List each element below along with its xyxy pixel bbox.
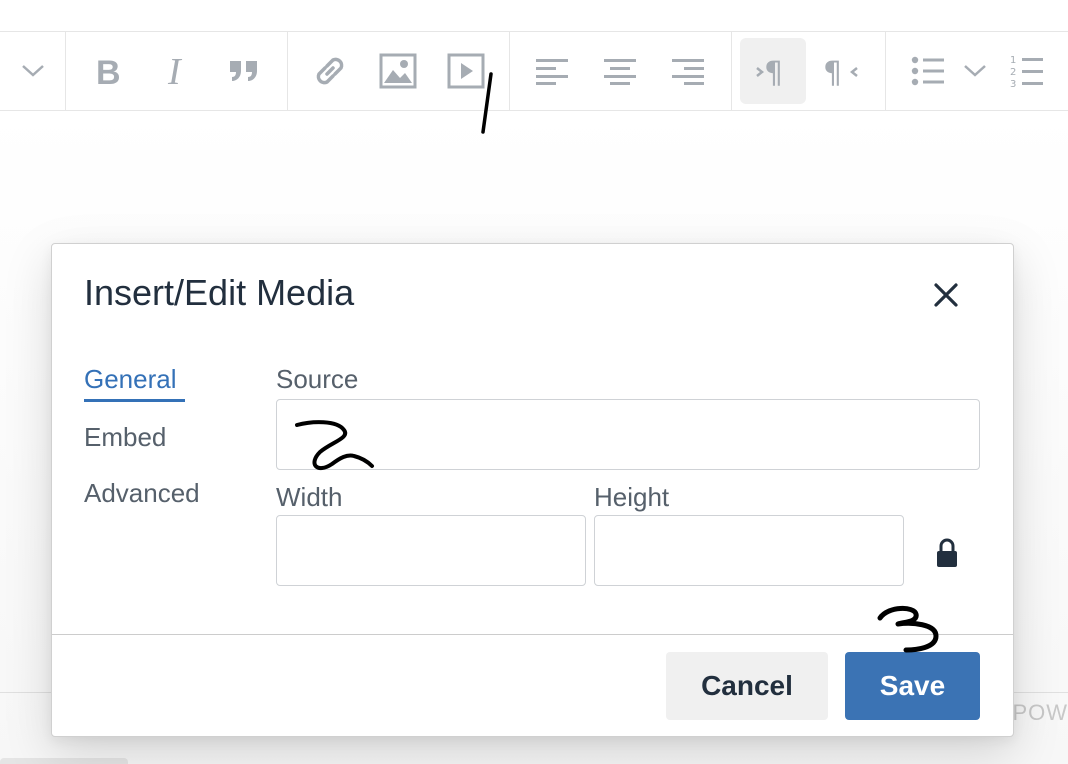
toolbar-group-text: B I	[65, 32, 288, 110]
save-button[interactable]: Save	[845, 652, 980, 720]
height-label: Height	[594, 482, 670, 512]
statusbar-text: POW	[1012, 700, 1068, 725]
insert-edit-media-dialog: Insert/Edit Media General Embed Advanced…	[51, 243, 1014, 737]
annotation-1	[481, 72, 493, 134]
chevron-down-icon[interactable]	[945, 38, 1005, 104]
image-icon[interactable]	[365, 38, 431, 104]
active-tab-indicator	[84, 399, 185, 402]
width-label: Width	[276, 482, 343, 512]
toolbar-group-direction: ¶ ¶	[731, 32, 886, 110]
tab-advanced[interactable]: Advanced	[84, 478, 200, 509]
align-center-icon[interactable]	[587, 38, 653, 104]
align-left-icon[interactable]	[519, 38, 585, 104]
svg-text:¶: ¶	[823, 56, 842, 86]
svg-text:3: 3	[1010, 79, 1016, 88]
source-input[interactable]	[276, 399, 980, 470]
height-input[interactable]	[594, 515, 904, 586]
annotation-3	[877, 606, 939, 653]
link-icon[interactable]	[297, 38, 363, 104]
close-icon	[934, 283, 958, 307]
dialog-title: Insert/Edit Media	[84, 272, 355, 313]
blockquote-icon[interactable]	[211, 38, 277, 104]
toolbar-group-lists: 123	[885, 32, 1068, 110]
lock-icon[interactable]	[936, 538, 958, 568]
annotation-2	[295, 420, 374, 471]
svg-text:B: B	[96, 55, 121, 87]
close-button[interactable]	[924, 276, 968, 314]
align-right-icon[interactable]	[655, 38, 721, 104]
source-label: Source	[276, 364, 359, 394]
svg-text:2: 2	[1010, 67, 1016, 78]
toolbar-group-format	[0, 32, 66, 110]
numbered-list-icon[interactable]: 123	[997, 38, 1057, 104]
svg-text:I: I	[167, 54, 183, 88]
svg-text:1: 1	[1010, 55, 1016, 66]
width-input[interactable]	[276, 515, 586, 586]
editor-toolbar: B I ¶ ¶ 1 2 3	[0, 31, 1068, 111]
dialog-footer-divider	[52, 634, 1013, 635]
bold-icon[interactable]: B	[75, 38, 141, 104]
toolbar-group-align	[509, 32, 732, 110]
svg-text:¶: ¶	[764, 56, 783, 86]
statusbar-tab	[0, 758, 128, 764]
rtl-icon[interactable]: ¶	[808, 38, 874, 104]
chevron-down-icon[interactable]	[0, 38, 66, 104]
italic-icon[interactable]: I	[143, 38, 209, 104]
ltr-icon[interactable]: ¶	[740, 38, 806, 104]
tab-general[interactable]: General	[84, 364, 177, 395]
cancel-button[interactable]: Cancel	[666, 652, 828, 720]
tab-embed[interactable]: Embed	[84, 422, 166, 453]
